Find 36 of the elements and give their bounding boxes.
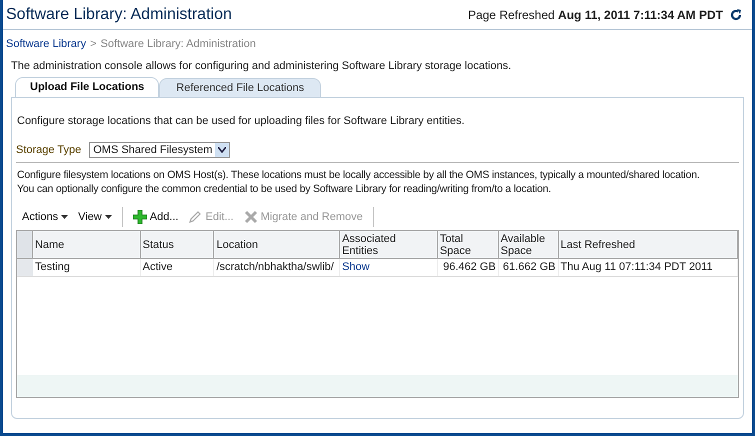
refresh-icon[interactable] bbox=[729, 8, 743, 22]
menu-button[interactable]: Actions bbox=[22, 208, 68, 226]
breadcrumb-link[interactable]: Software Library bbox=[6, 36, 86, 52]
column-header[interactable]: Status bbox=[140, 231, 214, 258]
x-icon bbox=[244, 210, 258, 224]
breadcrumb-text: Software Library: Administration bbox=[100, 37, 256, 52]
table-cell: Thu Aug 11 07:11:34 PDT 2011 bbox=[558, 259, 738, 276]
column-header[interactable]: Available Space bbox=[498, 231, 559, 258]
note-text: Configure filesystem locations on OMS Host(s). These locations must be locally accessible by all the OMS instances, typically a mounted/shared location. bbox=[16, 168, 701, 182]
breadcrumb-text: > bbox=[90, 37, 97, 52]
storage-type-select[interactable]: OMS Shared Filesystem bbox=[89, 142, 230, 158]
table-cell: /scratch/nbhaktha/swlib/ bbox=[214, 259, 340, 276]
plus-icon bbox=[132, 210, 147, 224]
field-label: Storage Type bbox=[16, 142, 82, 158]
table-cell: Active bbox=[140, 259, 214, 276]
pencil-icon bbox=[188, 210, 202, 224]
table-cell: 61.662 GB bbox=[498, 259, 559, 276]
show-link[interactable]: Show bbox=[340, 259, 438, 276]
column-header[interactable]: Associated Entities bbox=[340, 231, 438, 258]
tab[interactable]: Upload File Locations bbox=[15, 77, 160, 97]
column-header[interactable]: Name bbox=[32, 231, 141, 258]
table-cell: Testing bbox=[32, 259, 141, 276]
refresh-time: Page Refreshed Aug 11, 2011 7:11:34 AM PDT bbox=[468, 6, 723, 24]
caret-icon bbox=[61, 215, 68, 219]
toolbar-button[interactable]: Add... bbox=[132, 208, 178, 226]
caret-icon bbox=[104, 215, 112, 219]
column-header[interactable]: Total Space bbox=[438, 231, 499, 258]
menu-button[interactable]: View bbox=[78, 208, 112, 226]
table-cell: 96.462 GB bbox=[438, 259, 499, 276]
intro-text: Configure storage locations that can be used for uploading files for Software Library entities. bbox=[16, 114, 466, 129]
description-text: The administration console allows for configuring and administering Software Library storage locations. bbox=[10, 58, 512, 74]
tab[interactable]: Referenced File Locations bbox=[159, 78, 322, 97]
note-text: You can optionally configure the common credential to be used by Software Library for reading/writing from/to a location. bbox=[16, 182, 552, 196]
page-title: Software Library: Administration bbox=[6, 4, 232, 24]
column-header[interactable]: Last Refreshed bbox=[558, 231, 738, 258]
column-header[interactable]: Location bbox=[214, 231, 340, 258]
